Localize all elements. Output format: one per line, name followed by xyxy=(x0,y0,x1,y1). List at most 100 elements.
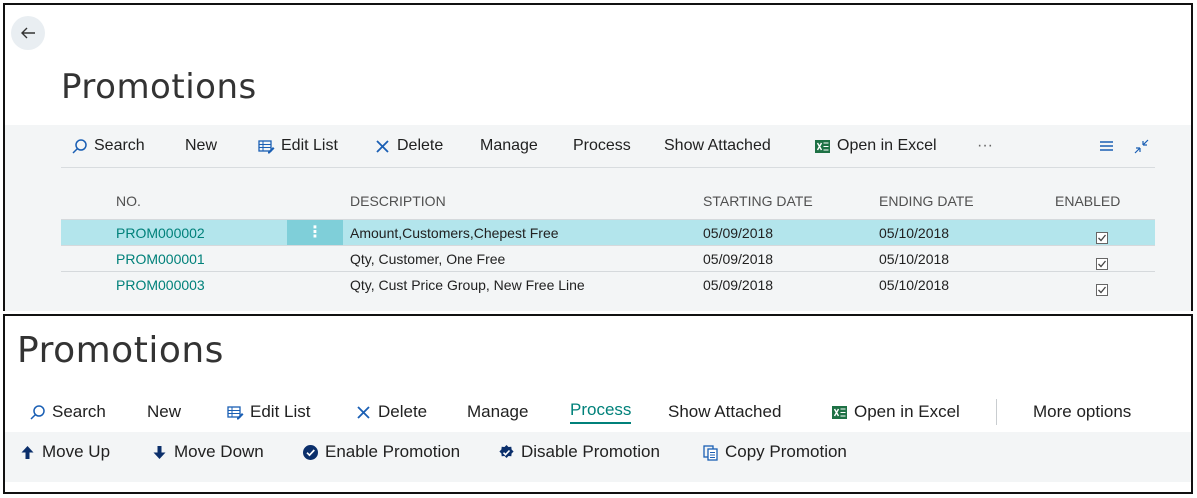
row-actions-button[interactable]: ⋮ xyxy=(287,220,343,246)
move-up-button[interactable]: Move Up xyxy=(19,442,110,462)
process-actions-toolbar: Move Up Move Down Enable Promotion Disab… xyxy=(5,432,1191,472)
check-circle-icon xyxy=(303,444,318,460)
new-label: New xyxy=(185,137,218,154)
search-label: Search xyxy=(94,137,145,154)
copy-promotion-button[interactable]: Copy Promotion xyxy=(702,442,847,462)
process-label: Process xyxy=(573,137,631,154)
disable-promotion-label: Disable Promotion xyxy=(521,442,660,461)
edit-list-icon xyxy=(227,405,244,419)
process-menu[interactable]: Process xyxy=(570,400,632,424)
arrow-left-icon xyxy=(21,27,35,39)
arrow-down-icon xyxy=(153,445,166,459)
new-button[interactable]: New xyxy=(147,402,181,422)
move-down-label: Move Down xyxy=(174,442,264,461)
back-button[interactable] xyxy=(11,16,45,50)
copy-promotion-label: Copy Promotion xyxy=(725,442,847,461)
search-label: Search xyxy=(52,402,106,421)
move-up-label: Move Up xyxy=(42,442,111,461)
checkmark-icon xyxy=(1096,284,1108,296)
enable-promotion-button[interactable]: Enable Promotion xyxy=(302,442,460,462)
move-down-button[interactable]: Move Down xyxy=(151,442,264,462)
cell-starting-date: 05/09/2018 xyxy=(703,277,774,293)
list-view-icon xyxy=(1100,140,1113,151)
cell-description: Amount,Customers,Chepest Free xyxy=(350,225,559,241)
edit-list-button[interactable]: Edit List xyxy=(227,402,310,422)
cell-starting-date: 05/09/2018 xyxy=(703,251,774,267)
checkmark-icon xyxy=(1096,232,1108,244)
delete-label: Delete xyxy=(378,402,428,421)
open-in-excel-label: Open in Excel xyxy=(854,402,960,421)
cell-no[interactable]: PROM000001 xyxy=(116,251,205,267)
edit-list-label: Edit List xyxy=(250,402,311,421)
close-icon xyxy=(357,405,370,419)
manage-label: Manage xyxy=(480,137,538,154)
search-button[interactable]: Search xyxy=(71,137,145,155)
copy-icon xyxy=(703,444,718,461)
checkmark-icon xyxy=(1096,258,1108,270)
disable-promotion-button[interactable]: Disable Promotion xyxy=(498,442,660,462)
process-submenu: Move Up Move Down Enable Promotion Disab… xyxy=(5,432,1191,482)
cell-description: Qty, Cust Price Group, New Free Line xyxy=(350,277,585,293)
action-bar: Search New Edit List Delete Manage Proce… xyxy=(5,392,1191,432)
toolbar-divider xyxy=(61,167,1155,168)
excel-icon xyxy=(815,139,830,153)
promotions-process-menu-view: Promotions Search New Edit List Delete M… xyxy=(3,314,1193,494)
edit-list-icon xyxy=(258,139,275,153)
show-attached-button[interactable]: Show Attached xyxy=(668,402,781,422)
delete-label: Delete xyxy=(397,137,444,154)
collapse-icon xyxy=(1134,139,1149,153)
process-menu[interactable]: Process xyxy=(573,137,631,155)
cell-ending-date: 05/10/2018 xyxy=(879,277,950,293)
cell-no[interactable]: PROM000002 xyxy=(116,225,205,241)
new-button[interactable]: New xyxy=(185,137,217,155)
manage-menu[interactable]: Manage xyxy=(467,402,528,422)
table-row[interactable]: PROM000003 Qty, Cust Price Group, New Fr… xyxy=(61,271,1155,297)
manage-menu[interactable]: Manage xyxy=(480,137,538,155)
more-options-button[interactable]: More options xyxy=(1033,402,1131,422)
more-button[interactable]: ··· xyxy=(977,137,993,155)
search-icon xyxy=(72,138,87,154)
disable-badge-icon xyxy=(499,444,514,458)
page-title: Promotions xyxy=(17,330,224,371)
excel-icon xyxy=(832,405,847,419)
toolbar-separator xyxy=(996,399,997,425)
column-header-no[interactable]: NO. xyxy=(116,193,141,209)
open-in-excel-button[interactable]: Open in Excel xyxy=(814,137,937,155)
edit-list-button[interactable]: Edit List xyxy=(258,137,338,155)
more-options-label: More options xyxy=(1033,402,1132,421)
delete-button[interactable]: Delete xyxy=(355,402,427,422)
vertical-ellipsis-icon: ⋮ xyxy=(307,224,323,241)
search-icon xyxy=(30,404,45,420)
search-button[interactable]: Search xyxy=(29,402,106,422)
promotions-list-page: Promotions Search New Edit List Delete M… xyxy=(3,3,1193,311)
column-header-ending-date[interactable]: ENDING DATE xyxy=(879,193,974,209)
table-row[interactable]: PROM000002 ⋮ Amount,Customers,Chepest Fr… xyxy=(61,219,1155,246)
enable-promotion-label: Enable Promotion xyxy=(325,442,461,461)
cell-starting-date: 05/09/2018 xyxy=(703,225,774,241)
open-in-excel-button[interactable]: Open in Excel xyxy=(831,402,960,422)
column-header-description[interactable]: DESCRIPTION xyxy=(350,193,446,209)
list-view-button[interactable] xyxy=(1098,138,1115,155)
show-attached-label: Show Attached xyxy=(668,402,782,421)
toolbar: Search New Edit List Delete Manage Proce… xyxy=(5,392,1191,432)
column-header-starting-date[interactable]: STARTING DATE xyxy=(703,193,813,209)
cell-ending-date: 05/10/2018 xyxy=(879,225,950,241)
column-header-enabled[interactable]: ENABLED xyxy=(1055,193,1120,209)
cell-ending-date: 05/10/2018 xyxy=(879,251,950,267)
action-bar: Search New Edit List Delete Manage Proce… xyxy=(5,125,1191,311)
edit-list-label: Edit List xyxy=(281,137,338,154)
show-attached-button[interactable]: Show Attached xyxy=(664,137,771,155)
arrow-up-icon xyxy=(21,445,34,459)
new-label: New xyxy=(147,402,182,421)
process-label: Process xyxy=(570,400,632,424)
collapse-button[interactable] xyxy=(1133,138,1150,155)
cell-no[interactable]: PROM000003 xyxy=(116,277,205,293)
close-icon xyxy=(376,139,389,153)
grid-header: NO. DESCRIPTION STARTING DATE ENDING DAT… xyxy=(61,179,1155,219)
toolbar: Search New Edit List Delete Manage Proce… xyxy=(5,125,1191,167)
more-label: ··· xyxy=(977,137,993,154)
table-row[interactable]: PROM000001 Qty, Customer, One Free 05/09… xyxy=(61,245,1155,271)
open-in-excel-label: Open in Excel xyxy=(837,137,937,154)
delete-button[interactable]: Delete xyxy=(374,137,443,155)
manage-label: Manage xyxy=(467,402,529,421)
